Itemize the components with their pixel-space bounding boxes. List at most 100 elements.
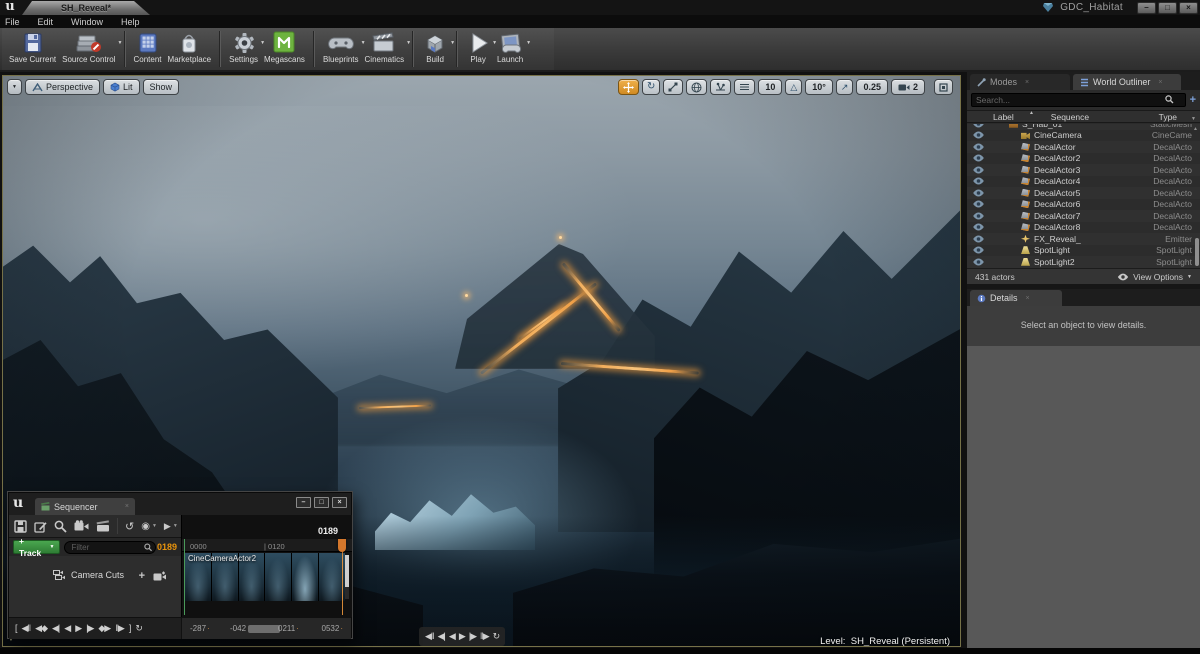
save-current-button[interactable]: Save Current [6,29,59,69]
new-camera-icon[interactable] [153,571,167,582]
transport-button[interactable]: ◀ [64,621,70,636]
transport-button[interactable]: ↻ [493,629,500,644]
close-icon[interactable]: × [1158,79,1162,86]
create-camera-button[interactable] [74,520,89,532]
outliner-scrollbar[interactable] [1195,238,1199,266]
visibility-eye-icon[interactable] [967,212,989,220]
perspective-button[interactable]: Perspective [25,79,100,95]
transport-button[interactable]: ◀‖ [425,629,434,644]
launch-button[interactable]: Launch ▼ [493,29,527,69]
visibility-eye-icon[interactable] [967,258,989,266]
visibility-eye-icon[interactable] [967,143,989,151]
transport-button[interactable]: |▶ [469,629,476,644]
playhead-handle[interactable] [338,539,346,552]
dropdown-arrow-icon[interactable]: ▼ [450,40,455,46]
add-camera-cut-icon[interactable]: + [139,570,145,582]
view-start-value[interactable]: -042 [230,624,250,633]
transport-button[interactable]: ◀ [449,629,455,644]
window-close-button[interactable]: × [1179,2,1198,14]
rotation-snap-value[interactable]: 10° [805,79,833,95]
visibility-eye-icon[interactable] [967,154,989,162]
scrollbar-up-icon[interactable]: ▲ [1193,126,1198,132]
outliner-row[interactable]: DecalActor7 DecalActo [967,210,1200,222]
outliner-row[interactable]: CineCamera CineCame [967,130,1200,142]
transport-button[interactable]: |▶ [86,621,93,636]
cinematics-button[interactable]: Cinematics ▼ [362,29,408,69]
timeline-ruler[interactable]: 0000 | 0120 [182,539,352,552]
range-start-value[interactable]: -287 [190,624,210,633]
add-track-button[interactable]: + Track▼ [13,540,60,554]
viewport-options-button[interactable]: ▼ [7,79,22,95]
add-actor-icon[interactable]: + [1190,95,1196,105]
transport-button[interactable]: ◀| [52,621,59,636]
dropdown-arrow-icon[interactable]: ▼ [406,40,411,46]
translate-tool-button[interactable] [618,79,639,95]
menu-help[interactable]: Help [121,17,140,27]
save-sequence-button[interactable] [14,520,27,533]
menu-file[interactable]: File [5,17,20,27]
close-icon[interactable]: × [125,503,129,510]
marketplace-button[interactable]: Marketplace [165,29,215,69]
sequencer-timeline[interactable]: 0189 0000 | 0120 CineCameraActor2 [181,515,352,617]
range-end-value[interactable]: 0532 [322,624,343,633]
build-button[interactable]: Build ▼ [419,29,451,69]
column-sequence[interactable]: Sequence [1034,112,1106,122]
column-type[interactable]: Type [1106,112,1191,122]
window-close-button[interactable]: × [332,497,347,508]
window-maximize-button[interactable]: □ [1158,2,1177,14]
search-icon[interactable] [54,520,67,533]
scale-tool-button[interactable] [663,79,683,95]
megascans-button[interactable]: Megascans [261,29,308,69]
transport-button[interactable]: [ [15,621,17,636]
visibility-eye-icon[interactable] [967,177,989,185]
transport-button[interactable]: ‖▶ [480,629,489,644]
world-space-button[interactable] [686,79,707,95]
content-browser-button[interactable]: Content [131,29,165,69]
transport-button[interactable]: ] [129,621,131,636]
window-minimize-button[interactable]: – [296,497,311,508]
settings-button[interactable]: Settings ▼ [226,29,261,69]
track-filter-input[interactable] [64,541,156,554]
visibility-eye-icon[interactable] [967,189,989,197]
transport-button[interactable]: ◆▶ [98,621,110,636]
view-end-value[interactable]: 0211 [278,624,299,633]
transport-button[interactable]: ▶ [459,629,465,644]
transport-button[interactable]: ‖▶ [115,621,124,636]
transport-button[interactable]: ◀‖ [22,621,31,636]
auto-key-button[interactable]: ◉▼ [141,521,157,532]
timeline-scrollbar[interactable] [345,555,349,599]
transport-button[interactable]: ↻ [135,621,142,636]
scale-snap-value[interactable]: 0.25 [856,79,888,95]
rotate-tool-button[interactable]: ↻ [642,79,660,95]
render-movie-button[interactable] [96,520,110,532]
tab-world-outliner[interactable]: World Outliner × [1073,74,1181,90]
blueprints-button[interactable]: Blueprints ▼ [320,29,362,69]
surface-snap-button[interactable] [710,79,731,95]
rotation-snap-button[interactable]: △ [785,79,802,95]
outliner-row[interactable]: FX_Reveal_ Emitter [967,233,1200,245]
visibility-eye-icon[interactable] [967,131,989,139]
range-scrollbar-thumb[interactable] [248,625,280,633]
outliner-row[interactable]: DecalActor5 DecalActo [967,187,1200,199]
level-tab[interactable]: SH_Reveal* [22,1,150,15]
visibility-eye-icon[interactable] [967,124,989,128]
scale-snap-button[interactable]: ↗ [836,79,854,95]
type-filter-icon[interactable]: ▼ [1191,116,1196,122]
outliner-row[interactable]: DecalActor4 DecalActo [967,176,1200,188]
visibility-eye-icon[interactable] [967,246,989,254]
search-input[interactable] [971,93,1186,107]
outliner-row[interactable]: DecalActor3 DecalActo [967,164,1200,176]
visibility-eye-icon[interactable] [967,235,989,243]
transport-button[interactable]: ▶ [75,621,81,636]
tab-sequencer[interactable]: Sequencer × [35,498,135,515]
dropdown-arrow-icon[interactable]: ▼ [526,40,531,46]
transport-button[interactable]: ◀| [438,629,445,644]
menu-edit[interactable]: Edit [38,17,54,27]
dropdown-arrow-icon[interactable]: ▼ [118,40,123,46]
camera-cuts-track[interactable]: Camera Cuts [53,570,124,580]
view-options-button[interactable]: View Options ▼ [1117,272,1192,282]
outliner-row[interactable]: SpotLight2 SpotLight [967,256,1200,268]
undo-icon[interactable]: ↺ [125,520,134,533]
camera-speed-button[interactable]: 2 [891,79,925,95]
outliner-row[interactable]: DecalActor8 DecalActo [967,222,1200,234]
